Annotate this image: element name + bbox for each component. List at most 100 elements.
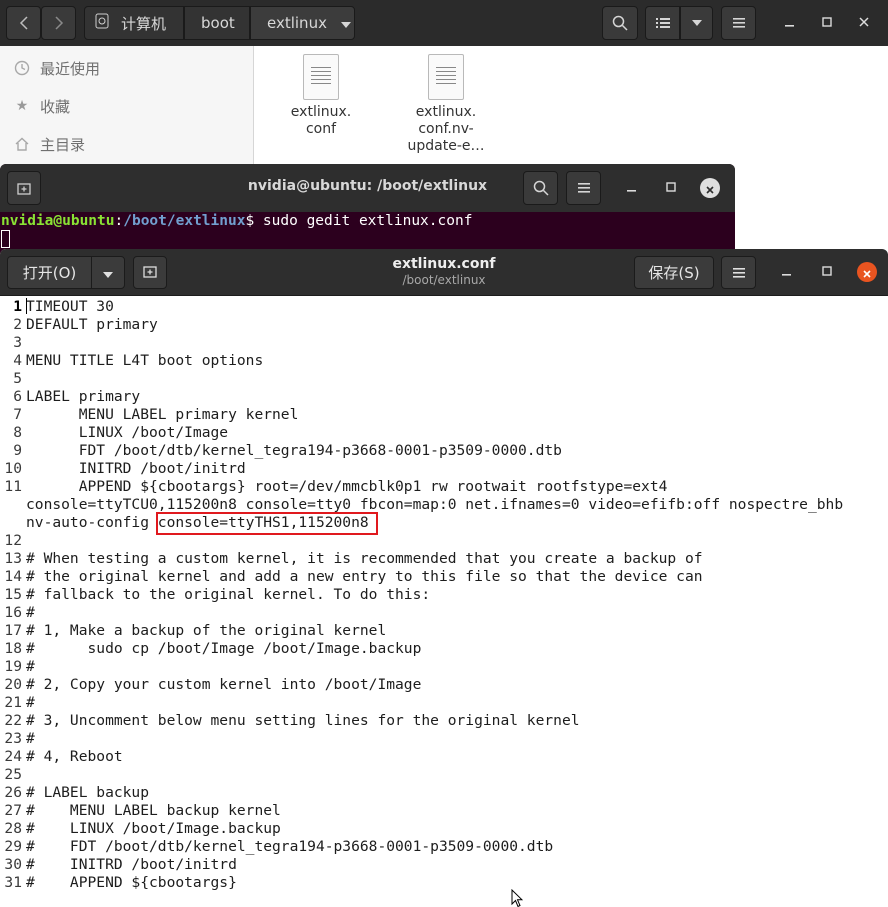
line-number: 24 <box>4 748 22 765</box>
breadcrumb-extlinux[interactable]: extlinux <box>250 6 355 40</box>
menu-button[interactable] <box>721 6 756 40</box>
open-dropdown-button[interactable] <box>91 256 125 289</box>
maximize-button[interactable] <box>816 12 838 34</box>
hamburger-icon <box>732 18 745 28</box>
line-number: 31 <box>4 874 22 891</box>
maximize-icon <box>666 180 676 196</box>
code-line: MENU LABEL primary kernel <box>26 406 299 423</box>
minimize-icon <box>627 180 637 196</box>
line-number: 12 <box>4 532 22 549</box>
code-line: # <box>26 694 35 711</box>
save-button[interactable]: 保存(S) <box>634 256 714 289</box>
sidebar-item-recent[interactable]: 最近使用 <box>14 56 100 80</box>
terminal-close-button[interactable] <box>700 178 720 198</box>
code-line: # 3, Uncomment below menu setting lines … <box>26 712 580 729</box>
text-file-icon <box>303 54 339 100</box>
save-button-label: 保存(S) <box>648 264 700 282</box>
triangle-down-icon <box>340 14 351 32</box>
terminal-maximize-button[interactable] <box>660 177 682 199</box>
code-line: # <box>26 730 35 747</box>
file-name-line: conf <box>305 121 337 137</box>
document-path: /boot/extlinux <box>402 273 486 287</box>
code-line: # INITRD /boot/initrd <box>26 856 237 873</box>
code-line: # fallback to the original kernel. To do… <box>26 586 431 603</box>
gedit-maximize-button[interactable] <box>816 261 838 283</box>
code-line: # <box>26 604 35 621</box>
terminal-headerbar: nvidia@ubuntu: /boot/extlinux <box>0 164 735 212</box>
gedit-minimize-button[interactable] <box>776 261 798 283</box>
minimize-button[interactable] <box>779 12 801 34</box>
hamburger-icon <box>577 183 590 193</box>
search-button[interactable] <box>602 6 638 40</box>
terminal-window: nvidia@ubuntu: /boot/extlinux nvidia@ubu… <box>0 164 735 254</box>
triangle-down-icon <box>691 20 702 26</box>
line-number: 25 <box>4 766 22 783</box>
forward-button[interactable] <box>41 6 76 40</box>
terminal-minimize-button[interactable] <box>621 177 643 199</box>
text-caret <box>26 298 27 314</box>
prompt-end: $ <box>245 213 263 229</box>
text-file-icon <box>428 54 464 100</box>
line-number: 20 <box>4 676 22 693</box>
terminal-search-button[interactable] <box>523 171 558 205</box>
line-number: 16 <box>4 604 22 621</box>
line-number: 18 <box>4 640 22 657</box>
sidebar-item-home[interactable]: 主目录 <box>14 132 85 156</box>
code-line: TIMEOUT 30 <box>26 298 114 315</box>
hamburger-icon <box>732 264 745 282</box>
breadcrumb-boot[interactable]: boot <box>184 6 250 40</box>
line-number: 22 <box>4 712 22 729</box>
gedit-menu-button[interactable] <box>721 256 756 289</box>
home-icon <box>14 136 30 152</box>
code-line: FDT /boot/dtb/kernel_tegra194-p3668-0001… <box>26 442 562 459</box>
line-number: 29 <box>4 838 22 855</box>
file-manager-headerbar: 计算机 boot extlinux <box>0 0 888 46</box>
minimize-icon <box>785 15 795 31</box>
view-options-button[interactable] <box>680 6 713 40</box>
open-button-label: 打开(O) <box>22 264 77 282</box>
gedit-close-button[interactable] <box>857 262 877 282</box>
code-line: # LABEL backup <box>26 784 150 801</box>
prompt-user: nvidia@ubuntu <box>1 213 115 229</box>
line-number: 6 <box>13 388 22 405</box>
code-line: # <box>26 658 35 675</box>
close-icon <box>859 15 869 31</box>
code-line: # MENU LABEL backup kernel <box>26 802 281 819</box>
highlight-annotation-box <box>155 512 378 535</box>
file-item[interactable]: extlinux. conf.nv- update-e… <box>398 54 494 155</box>
line-number: 13 <box>4 550 22 567</box>
view-list-button[interactable] <box>645 6 680 40</box>
chevron-left-icon <box>19 16 29 30</box>
terminal-command-line[interactable]: nvidia@ubuntu:/boot/extlinux$ sudo gedit… <box>1 213 472 229</box>
terminal-menu-button[interactable] <box>566 171 601 205</box>
code-line: LABEL primary <box>26 388 141 405</box>
sidebar-item-label: 主目录 <box>40 135 86 154</box>
sidebar-item-label: 最近使用 <box>40 59 101 78</box>
close-button[interactable] <box>853 12 875 34</box>
line-number: 21 <box>4 694 22 711</box>
mouse-pointer-icon <box>511 888 524 907</box>
new-tab-icon <box>143 264 157 282</box>
back-button[interactable] <box>6 6 41 40</box>
line-number: 14 <box>4 568 22 585</box>
gedit-headerbar: 打开(O) extlinux.conf /boot/extlinux 保存(S) <box>0 249 888 296</box>
close-icon <box>863 263 871 282</box>
line-number: 9 <box>13 442 22 459</box>
new-tab-button[interactable] <box>133 256 167 289</box>
breadcrumb-computer[interactable]: 计算机 <box>84 6 184 40</box>
line-number: 19 <box>4 658 22 675</box>
line-number: 3 <box>13 334 22 351</box>
sidebar-item-starred[interactable]: ★ 收藏 <box>14 94 70 118</box>
code-line: # the original kernel and add a new entr… <box>26 568 703 585</box>
search-icon <box>612 15 628 31</box>
file-item[interactable]: extlinux. conf <box>273 54 369 138</box>
close-icon <box>706 179 714 198</box>
chevron-right-icon <box>54 16 64 30</box>
open-button[interactable]: 打开(O) <box>7 256 92 289</box>
text-editor[interactable]: 1 TIMEOUT 30 2 DEFAULT primary 3 4 MENU TITLE … <box>0 296 888 907</box>
line-number: 10 <box>4 460 22 477</box>
terminal-cursor <box>1 230 10 248</box>
line-number: 7 <box>13 406 22 423</box>
code-line: INITRD /boot/initrd <box>26 460 246 477</box>
code-line: # When testing a custom kernel, it is re… <box>26 550 703 567</box>
